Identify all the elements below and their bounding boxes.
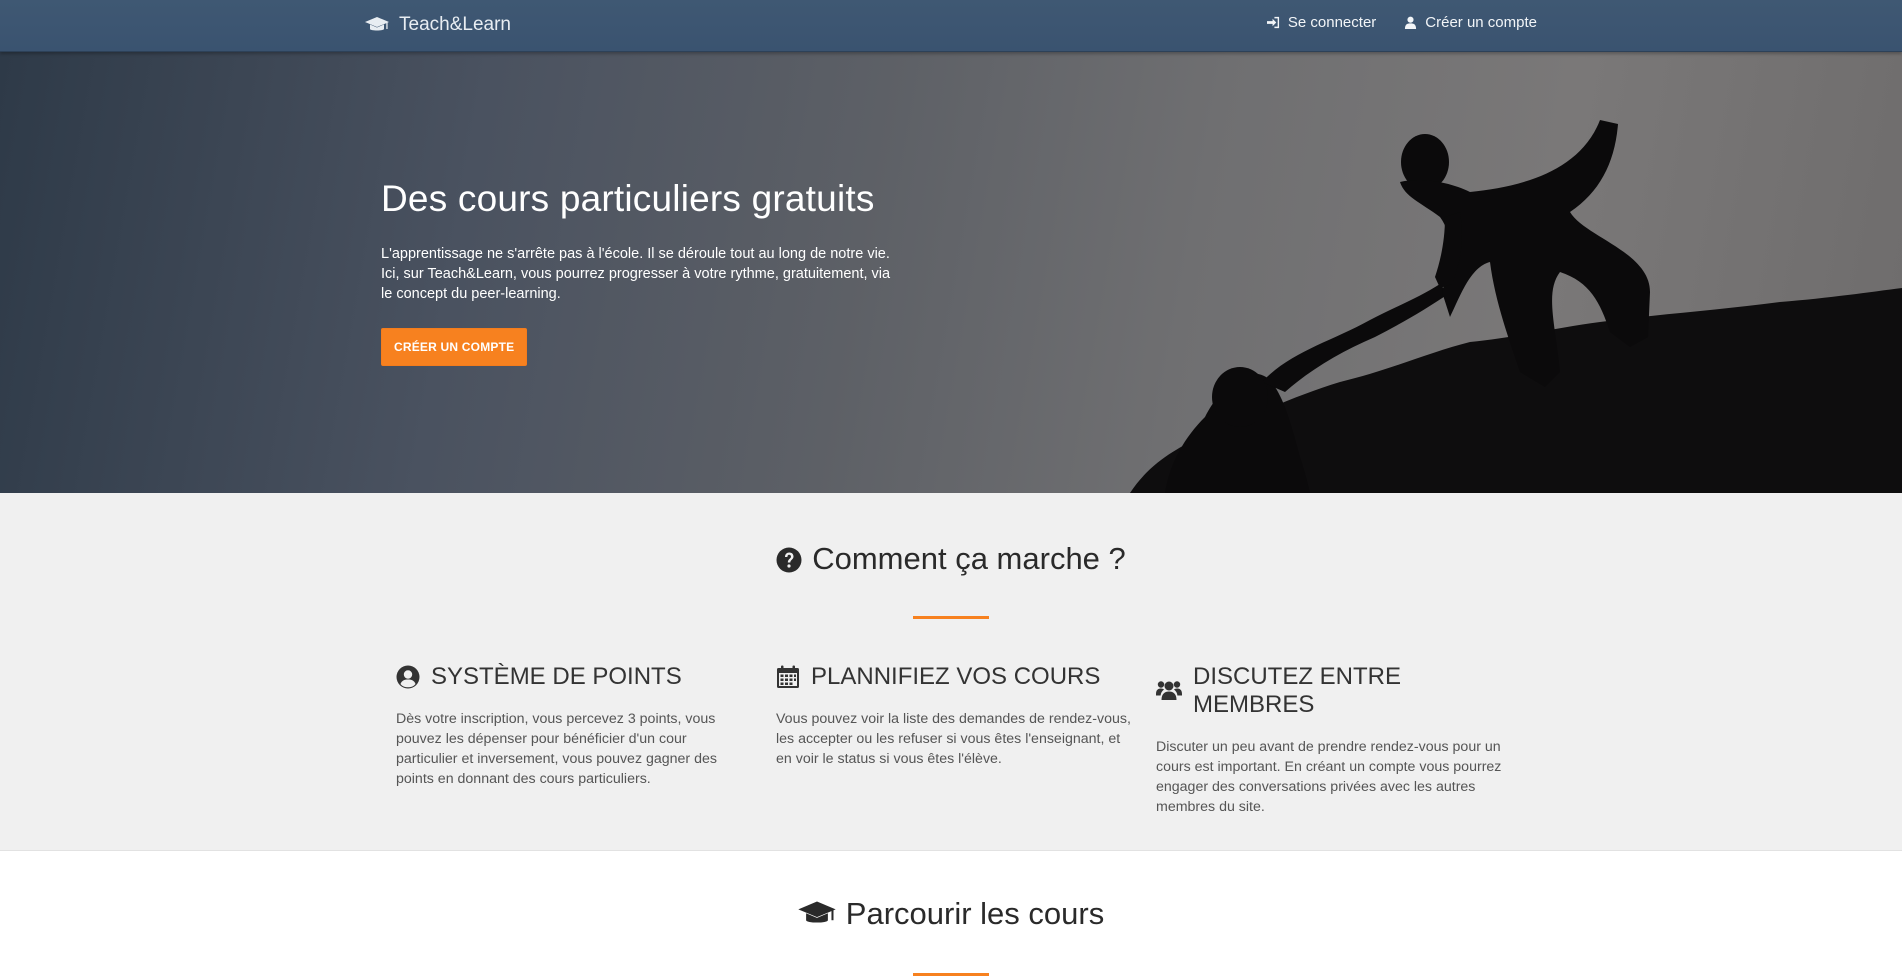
register-link[interactable]: Créer un compte [1404, 14, 1537, 31]
browse-courses-label: Parcourir les cours [845, 896, 1105, 931]
feature-title-text: PLANNIFIEZ VOS COURS [811, 663, 1101, 690]
feature-points: SYSTÈME DE POINTS Dès votre inscription,… [396, 663, 752, 789]
hero-content: Des cours particuliers gratuits L'appren… [381, 178, 901, 366]
climbers-silhouette-image [1130, 120, 1902, 493]
feature-description: Discuter un peu avant de prendre rendez-… [1156, 739, 1502, 815]
feature-title: PLANNIFIEZ VOS COURS [776, 663, 1132, 691]
section-divider [913, 616, 989, 619]
hero-description: L'apprentissage ne s'arrête pas à l'écol… [381, 246, 891, 302]
sign-in-icon [1266, 16, 1279, 29]
register-label: Créer un compte [1425, 14, 1537, 31]
question-circle-icon [776, 547, 802, 573]
how-it-works-section: Comment ça marche ? SYSTÈME DE POINTS Dè… [0, 493, 1902, 850]
graduation-cap-icon [365, 17, 389, 31]
create-account-button[interactable]: CRÉER UN COMPTE [381, 328, 528, 366]
brand-link[interactable]: Teach&Learn [365, 12, 511, 38]
browse-courses-section: Parcourir les cours [0, 850, 1902, 977]
feature-description: Dès votre inscription, vous percevez 3 p… [396, 711, 717, 787]
users-icon [1156, 681, 1182, 700]
calendar-icon [777, 665, 799, 688]
user-icon [1405, 16, 1417, 29]
how-it-works-title: Comment ça marche ? [0, 541, 1902, 577]
user-circle-icon [396, 665, 420, 689]
login-link[interactable]: Se connecter [1266, 14, 1377, 31]
hero-title: Des cours particuliers gratuits [381, 178, 875, 219]
nav-links: Se connecter Créer un compte [1266, 14, 1537, 31]
feature-title: DISCUTEZ ENTRE MEMBRES [1156, 663, 1512, 719]
navbar: Teach&Learn Se connecter Créer un compte [0, 0, 1902, 52]
feature-title-text: DISCUTEZ ENTRE MEMBRES [1193, 663, 1402, 718]
how-it-works-label: Comment ça marche ? [812, 541, 1126, 576]
feature-title-text: SYSTÈME DE POINTS [431, 663, 682, 690]
graduation-cap-icon [798, 901, 836, 923]
feature-schedule: PLANNIFIEZ VOS COURS Vous pouvez voir la… [776, 663, 1132, 769]
hero-banner: Des cours particuliers gratuits L'appren… [0, 52, 1902, 493]
brand-name: Teach&Learn [399, 14, 511, 35]
feature-chat: DISCUTEZ ENTRE MEMBRES Discuter un peu a… [1156, 663, 1512, 817]
feature-description: Vous pouvez voir la liste des demandes d… [776, 711, 1131, 767]
login-label: Se connecter [1287, 14, 1377, 31]
feature-title: SYSTÈME DE POINTS [396, 663, 752, 691]
section-divider [913, 973, 989, 976]
browse-courses-title: Parcourir les cours [0, 896, 1902, 932]
